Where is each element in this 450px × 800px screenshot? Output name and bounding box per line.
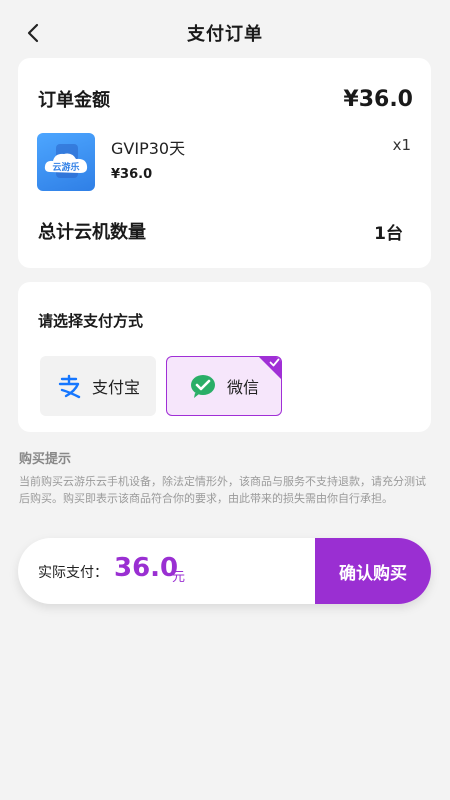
order-amount-row: 订单金额 ¥36.0 xyxy=(38,86,413,112)
confirm-purchase-button[interactable]: 确认购买 xyxy=(315,538,431,604)
check-icon xyxy=(269,358,280,367)
purchase-tips: 购买提示 当前购买云游乐云手机设备，除法定情形外，该商品与服务不支持退款，请充分… xyxy=(19,448,432,507)
product-app-icon: 云游乐 xyxy=(37,133,95,191)
alipay-icon xyxy=(58,374,81,399)
page-title: 支付订单 xyxy=(187,24,263,45)
nav-bar: 支付订单 xyxy=(0,0,450,64)
tips-title: 购买提示 xyxy=(19,452,72,467)
payment-option-label: 支付宝 xyxy=(91,378,140,397)
payment-option-alipay[interactable]: 支付宝 xyxy=(40,356,156,416)
order-card: 订单金额 ¥36.0 云游乐 GVIP30天 ¥36.0 x1 总计云机数量 1… xyxy=(18,58,431,268)
product-name: GVIP30天 xyxy=(111,139,186,158)
tips-text: 当前购买云游乐云手机设备，除法定情形外，该商品与服务不支持退款，请充分测试后购买… xyxy=(19,475,426,505)
actual-pay-amount: 36.0 xyxy=(114,553,179,583)
actual-pay-unit: 元 xyxy=(172,570,186,585)
product-item: 云游乐 GVIP30天 ¥36.0 x1 xyxy=(37,133,413,191)
payment-card: 请选择支付方式 支付宝 微信 xyxy=(18,282,431,432)
order-amount-value: ¥36.0 xyxy=(343,86,413,112)
actual-pay-label: 实际支付： xyxy=(38,565,108,581)
checkout-bar: 实际支付： 36.0 元 确认购买 xyxy=(18,538,431,604)
cloud-logo-icon: 云游乐 xyxy=(44,144,88,178)
payment-title: 请选择支付方式 xyxy=(38,312,144,330)
order-amount-label: 订单金额 xyxy=(38,90,110,111)
wechat-pay-icon xyxy=(190,375,215,398)
payment-option-wechat[interactable]: 微信 xyxy=(166,356,282,416)
total-count-label: 总计云机数量 xyxy=(38,222,146,243)
product-icon-text: 云游乐 xyxy=(52,161,79,173)
payment-option-label: 微信 xyxy=(226,378,259,397)
product-price: ¥36.0 xyxy=(111,167,153,182)
total-count-row: 总计云机数量 1台 xyxy=(38,218,403,244)
total-count-value: 1台 xyxy=(374,223,403,244)
product-quantity: x1 xyxy=(392,136,411,154)
